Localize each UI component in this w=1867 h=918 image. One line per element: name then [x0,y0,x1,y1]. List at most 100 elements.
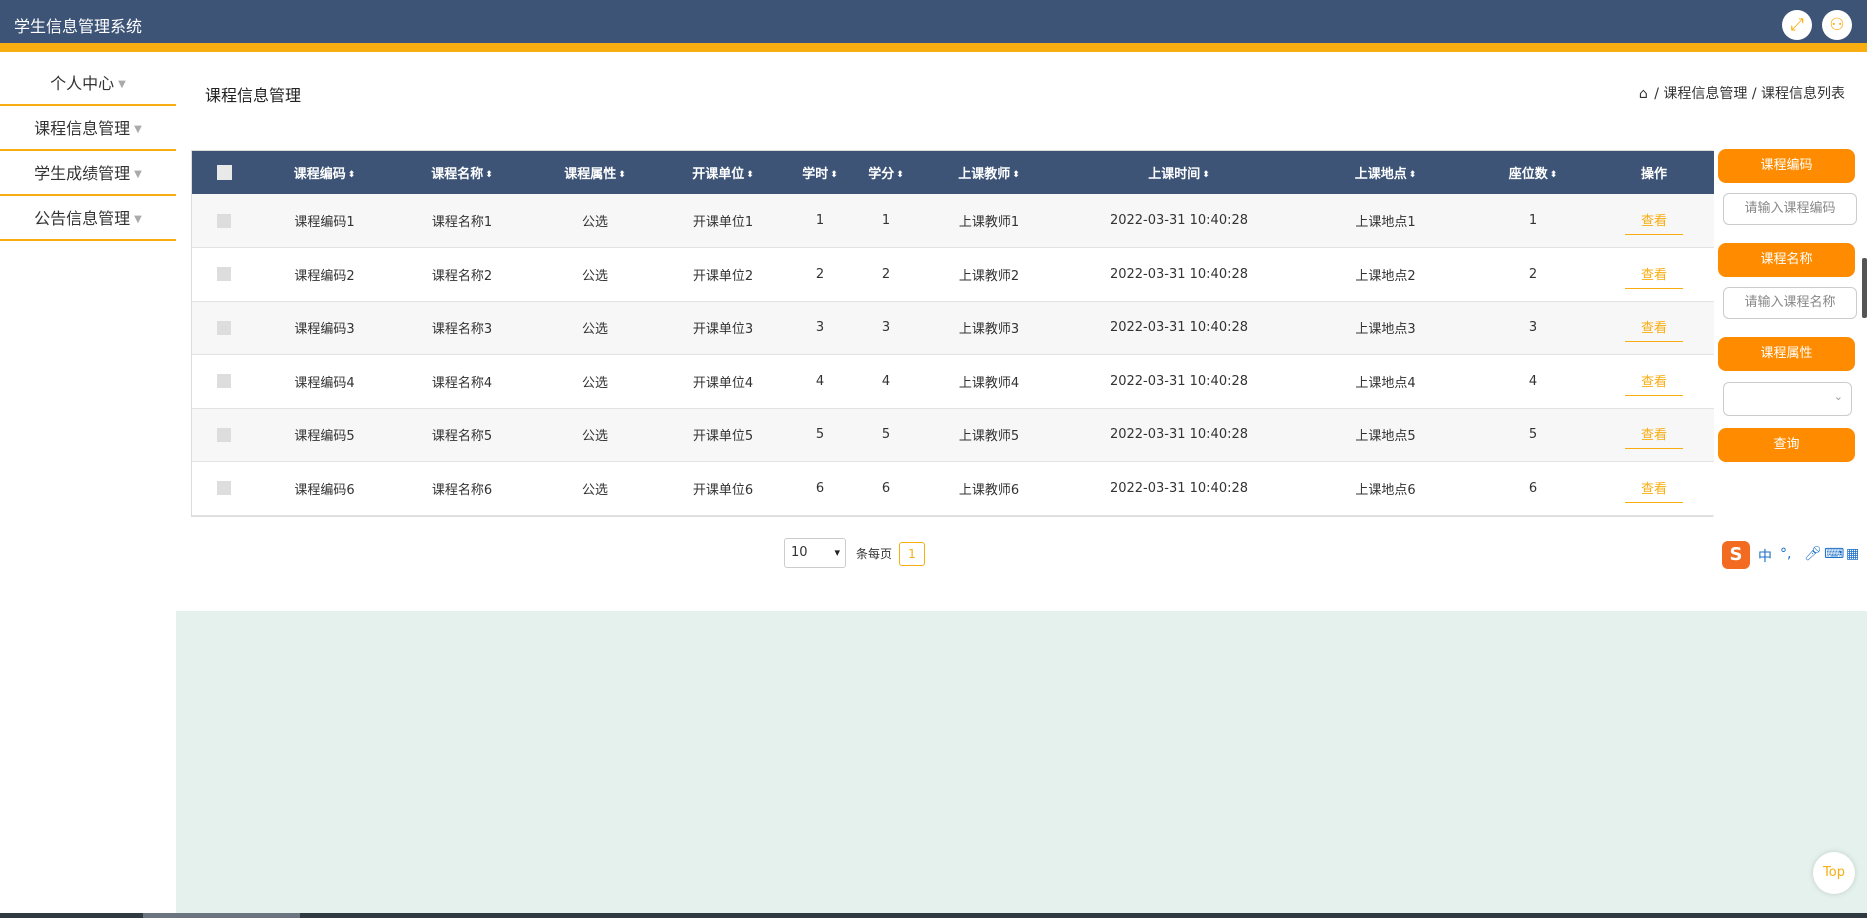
select-all-checkbox[interactable] [192,151,256,194]
sidebar-item-label: 学生成绩管理 [34,164,131,183]
breadcrumb-separator: / [1654,86,1659,102]
table-row: 课程编码3 课程名称3 公选 开课单位3 3 3 上课教师3 2022-03-31 10:40… [192,301,1714,355]
cell-place: 上课地点2 [1355,268,1416,284]
cell-teacher: 上课教师6 [958,482,1020,498]
view-button[interactable]: 查看 [1625,206,1683,235]
query-button[interactable]: 查询 [1718,428,1855,462]
table-row: 课程编码5 课程名称5 公选 开课单位5 5 5 上课教师5 2022-03-31 10:40… [192,408,1714,462]
user-icon[interactable]: ⚇ [1822,10,1852,40]
cell-time: 2022-03-31 10:40:28 [1109,427,1249,443]
course-code-label-button[interactable]: 课程编码 [1718,149,1855,183]
cell-unit: 开课单位1 [692,215,754,230]
cell-teacher: 上课教师5 [958,429,1020,445]
sogou-logo-icon[interactable]: S [1722,541,1750,569]
cell-place: 上课地点4 [1355,375,1416,391]
sidebar-item-label: 课程信息管理 [34,119,131,138]
breadcrumb: ⌂ / 课程信息管理 / 课程信息列表 [1639,83,1845,103]
row-checkbox[interactable] [192,408,256,462]
breadcrumb-level2: 课程信息列表 [1761,86,1845,102]
sidebar-item-personal-center[interactable]: 个人中心 ▼ [0,61,176,106]
column-header-seats[interactable]: 座位数 ⬍ [1472,151,1594,194]
cell-unit: 开课单位6 [692,482,754,498]
back-to-top-button[interactable]: Top [1813,852,1855,894]
cell-unit: 开课单位2 [692,268,754,284]
sidebar-item-notice-management[interactable]: 公告信息管理 ▼ [0,196,176,241]
column-header-code[interactable]: 课程编码 ⬍ [256,151,393,194]
cell-code: 课程编码1 [294,215,355,230]
course-code-input[interactable]: 请输入课程编码 [1723,193,1857,225]
cell-credits: 4 [881,373,891,389]
cell-seats: 3 [1528,320,1538,336]
row-checkbox[interactable] [192,301,256,355]
view-button[interactable]: 查看 [1625,474,1683,503]
row-checkbox[interactable] [192,194,256,248]
column-header-teacher[interactable]: 上课教师 ⬍ [919,151,1059,194]
per-page-label: 条每页 [856,547,893,561]
chevron-down-icon: ⌄ [1833,390,1843,403]
cell-attr: 公选 [581,322,608,338]
column-header-credits[interactable]: 学分 ⬍ [853,151,919,194]
keyboard-icon[interactable]: ⌨ [1824,546,1844,562]
course-attr-select[interactable]: ⌄ [1723,382,1852,416]
expand-icon[interactable]: ⤢ [1782,10,1812,40]
cell-hours: 5 [815,427,825,443]
course-attr-label-button[interactable]: 课程属性 [1718,337,1855,371]
cell-time: 2022-03-31 10:40:28 [1109,373,1249,389]
view-button[interactable]: 查看 [1625,260,1683,289]
cell-name: 课程名称1 [431,215,493,230]
sort-icon: ⬍ [896,170,904,180]
table-row: 课程编码2 课程名称2 公选 开课单位2 2 2 上课教师2 2022-03-31 10:40… [192,247,1714,302]
cell-credits: 2 [881,266,891,282]
cell-credits: 5 [881,427,891,443]
page-size-value: 10 [791,545,808,560]
cell-hours: 4 [815,373,825,389]
view-button[interactable]: 查看 [1625,420,1683,450]
cell-time: 2022-03-31 10:40:28 [1109,213,1249,228]
page-size-select[interactable]: 10 ▾ [784,538,846,568]
ime-punctuation-label[interactable]: °, [1780,546,1791,562]
view-button[interactable]: 查看 [1625,367,1683,396]
column-header-name[interactable]: 课程名称 ⬍ [393,151,531,194]
column-header-attr[interactable]: 课程属性 ⬍ [531,151,659,194]
cell-action: 查看 [1594,248,1714,302]
column-header-unit[interactable]: 开课单位 ⬍ [659,151,787,194]
cell-attr: 公选 [581,268,608,284]
column-header-hours[interactable]: 学时 ⬍ [787,151,853,194]
view-button[interactable]: 查看 [1625,313,1683,343]
table-header-row: 课程编码 ⬍ 课程名称 ⬍ 课程属性 ⬍ 开课单位 ⬍ 学时 ⬍ 学分 ⬍ 上课教师 ⬍ 上课… [192,151,1714,194]
cell-place: 上课地点1 [1355,215,1416,230]
column-header-place[interactable]: 上课地点 ⬍ [1299,151,1472,194]
sort-icon: ⬍ [746,170,754,180]
microphone-icon[interactable]: 🎤︎ [1804,546,1822,562]
cell-teacher: 上课教师2 [958,268,1020,284]
course-name-label-button[interactable]: 课程名称 [1718,243,1855,277]
content-background [176,611,1867,918]
cell-code: 课程编码6 [294,482,355,498]
row-checkbox[interactable] [192,355,256,409]
cell-teacher: 上课教师4 [958,375,1020,391]
ime-chinese-label[interactable]: 中 [1758,546,1772,566]
scroll-indicator[interactable] [1862,258,1867,318]
cell-attr: 公选 [581,429,608,445]
breadcrumb-separator: / [1751,86,1757,102]
grid-icon[interactable]: ▦ [1846,546,1859,562]
cell-time: 2022-03-31 10:40:28 [1109,266,1249,282]
home-icon[interactable]: ⌂ [1639,86,1648,102]
course-name-input[interactable]: 请输入课程名称 [1723,287,1857,319]
sidebar-item-course-management[interactable]: 课程信息管理 ▼ [0,106,176,151]
cell-code: 课程编码4 [294,375,355,391]
caret-down-icon: ▼ [134,169,142,180]
cell-unit: 开课单位3 [692,322,754,338]
column-header-time[interactable]: 上课时间 ⬍ [1059,151,1299,194]
caret-down-icon: ▼ [134,214,142,225]
row-checkbox[interactable] [192,248,256,302]
cell-time: 2022-03-31 10:40:28 [1109,320,1249,336]
app-title: 学生信息管理系统 [14,17,143,36]
breadcrumb-level1[interactable]: 课程信息管理 [1663,86,1747,102]
sidebar-item-grade-management[interactable]: 学生成绩管理 ▼ [0,151,176,196]
cell-action: 查看 [1594,408,1714,462]
row-checkbox[interactable] [192,462,256,516]
page-number-button[interactable]: 1 [899,542,925,566]
course-table: 课程编码 ⬍ 课程名称 ⬍ 课程属性 ⬍ 开课单位 ⬍ 学时 ⬍ 学分 ⬍ 上课教师 ⬍ 上课… [191,150,1714,517]
cell-attr: 公选 [581,375,608,391]
